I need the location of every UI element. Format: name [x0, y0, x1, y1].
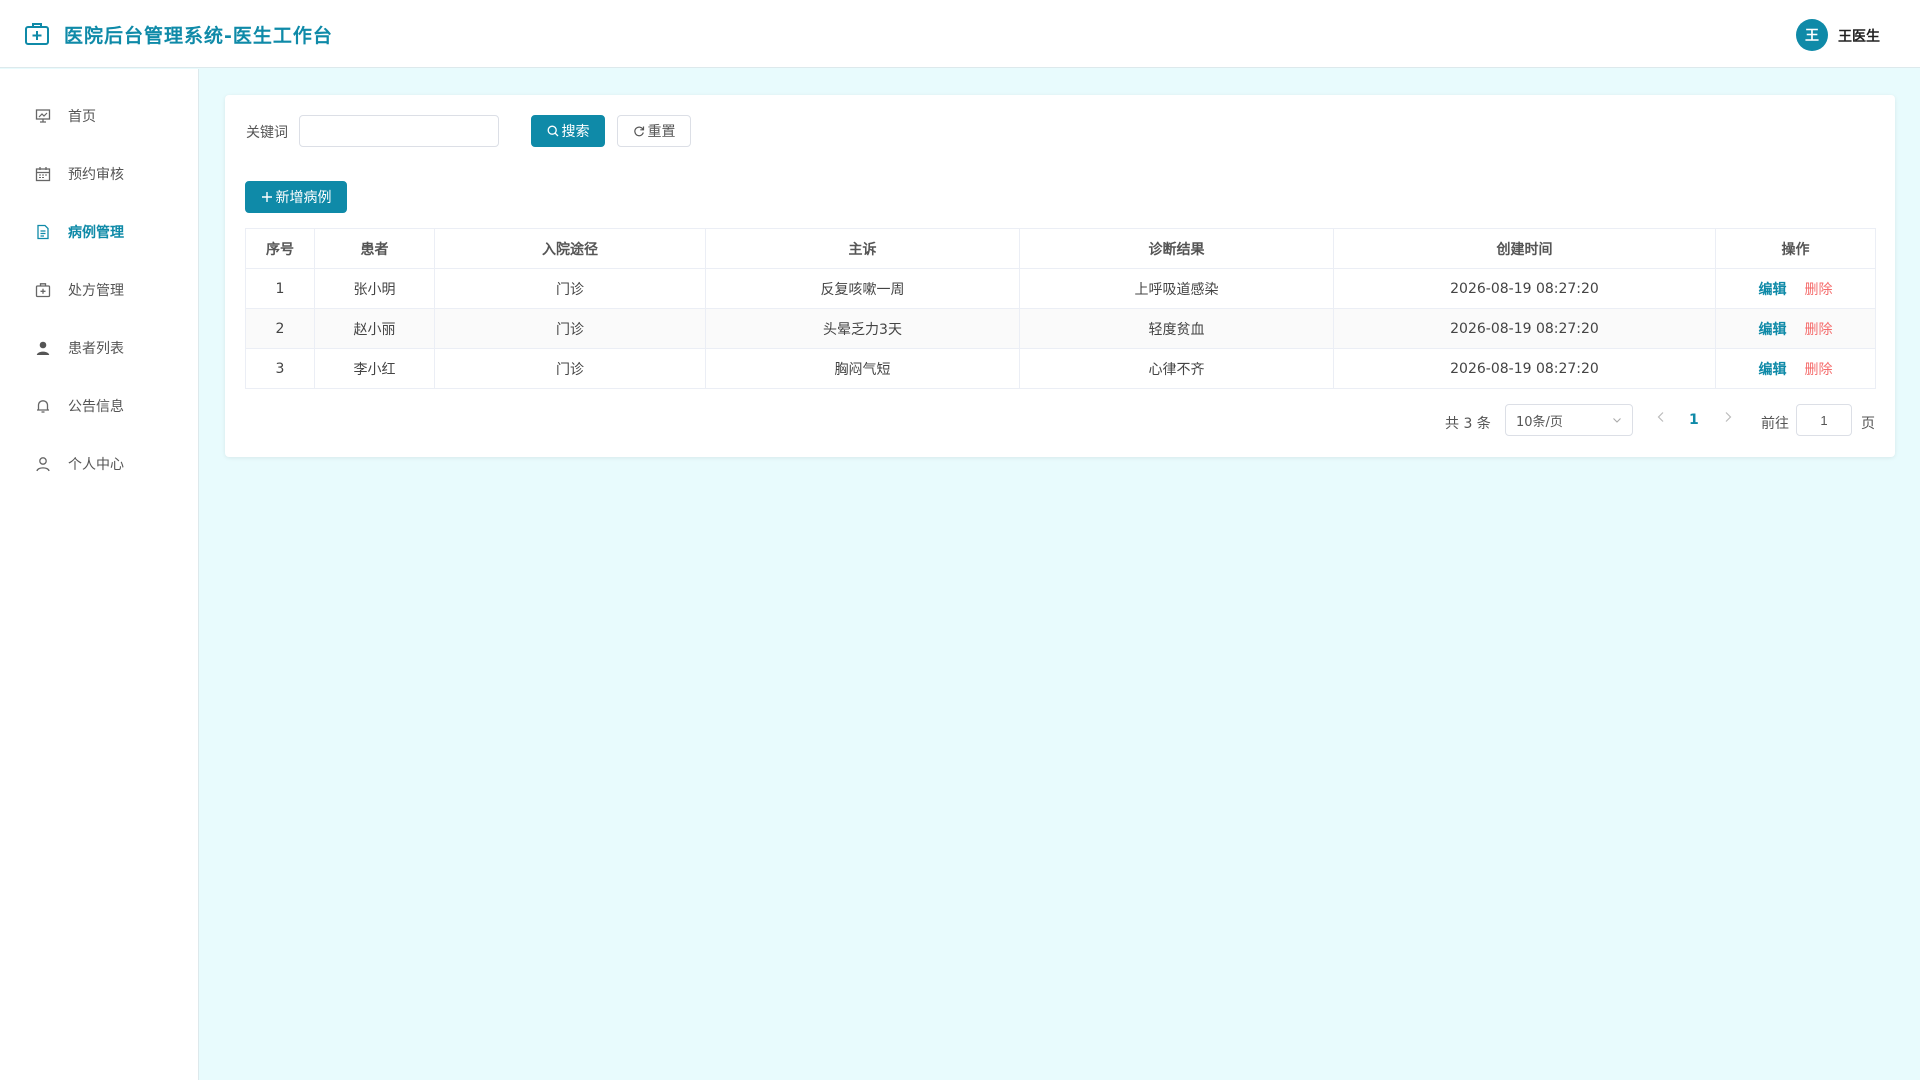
next-page-button[interactable]: [1723, 411, 1733, 427]
keyword-label: 关键词: [246, 125, 288, 141]
keyword-input[interactable]: [299, 115, 499, 147]
delete-button[interactable]: 删除: [1805, 282, 1833, 298]
sidebar-item-cases[interactable]: 病例管理: [0, 210, 199, 254]
sidebar-item-label: 个人中心: [68, 457, 124, 473]
top-header: 医院后台管理系统-医生工作台 王 王医生: [0, 0, 1920, 68]
cell-index: 3: [245, 348, 315, 389]
chevron-right-icon: [1725, 412, 1732, 422]
plus-icon: [261, 192, 272, 202]
column-header: 诊断结果: [1019, 228, 1334, 269]
sidebar-item-label: 预约审核: [68, 167, 124, 183]
search-button-label: 搜索: [561, 124, 590, 140]
edit-button[interactable]: 编辑: [1759, 362, 1787, 378]
cell-actions: 编辑 删除: [1715, 348, 1876, 389]
cell-complaint: 胸闷气短: [705, 348, 1020, 389]
app-title: 医院后台管理系统-医生工作台: [64, 25, 333, 47]
add-case-button-label: 新增病例: [275, 190, 332, 206]
goto-suffix: 页: [1861, 416, 1875, 432]
sidebar-item-label: 首页: [68, 109, 96, 125]
reset-button[interactable]: 重置: [617, 115, 691, 147]
refresh-icon: [633, 126, 644, 137]
presentation-icon: [34, 107, 52, 125]
pagination-total: 共 3 条: [1445, 416, 1491, 432]
sidebar-item-home[interactable]: 首页: [0, 94, 199, 138]
sidebar-item-patients[interactable]: 患者列表: [0, 326, 199, 370]
cell-patient: 张小明: [314, 268, 435, 309]
table-row: 2 赵小丽 门诊 头晕乏力3天 轻度贫血 2026-08-19 08:27:20…: [245, 308, 1876, 349]
case-management-panel: 关键词 搜索 重置 新增病例 序号 患者 入院途径 主诉 诊断结果 创建时间 操…: [225, 95, 1895, 457]
delete-button[interactable]: 删除: [1805, 362, 1833, 378]
goto-label: 前往: [1761, 416, 1789, 432]
calendar-icon: [34, 165, 52, 183]
delete-button[interactable]: 删除: [1805, 322, 1833, 338]
medical-box-icon: [34, 281, 52, 299]
search-button[interactable]: 搜索: [531, 115, 605, 147]
search-icon: [547, 125, 558, 137]
table-header-row: 序号 患者 入院途径 主诉 诊断结果 创建时间 操作: [245, 228, 1876, 269]
medical-kit-icon: [25, 23, 49, 45]
sidebar-item-label: 患者列表: [68, 341, 124, 357]
cell-index: 1: [245, 268, 315, 309]
sidebar-item-announcements[interactable]: 公告信息: [0, 384, 199, 428]
page-size-select[interactable]: 10条/页: [1505, 404, 1633, 436]
goto-page-input[interactable]: [1796, 404, 1852, 436]
sidebar-item-prescriptions[interactable]: 处方管理: [0, 268, 199, 312]
cell-created: 2026-08-19 08:27:20: [1333, 308, 1716, 349]
cell-actions: 编辑 删除: [1715, 268, 1876, 309]
cell-created: 2026-08-19 08:27:20: [1333, 268, 1716, 309]
cell-diagnosis: 轻度贫血: [1019, 308, 1334, 349]
bell-icon: [34, 397, 52, 415]
chevron-left-icon: [1657, 412, 1664, 422]
sidebar: 首页 预约审核 病例管理 处方管理 患者列表 公告信息 个人中心: [0, 69, 199, 1080]
cell-complaint: 反复咳嗽一周: [705, 268, 1020, 309]
user-filled-icon: [34, 339, 52, 357]
sidebar-item-profile[interactable]: 个人中心: [0, 442, 199, 486]
column-header: 操作: [1715, 228, 1876, 269]
cases-table: 序号 患者 入院途径 主诉 诊断结果 创建时间 操作 1 张小明 门诊 反复咳嗽…: [245, 228, 1876, 389]
cell-diagnosis: 心律不齐: [1019, 348, 1334, 389]
cell-index: 2: [245, 308, 315, 349]
cell-diagnosis: 上呼吸道感染: [1019, 268, 1334, 309]
cell-actions: 编辑 删除: [1715, 308, 1876, 349]
reset-button-label: 重置: [647, 124, 676, 140]
sidebar-item-label: 公告信息: [68, 399, 124, 415]
chevron-down-icon: [1613, 418, 1621, 423]
user-name[interactable]: 王医生: [1838, 26, 1880, 46]
user-outline-icon: [34, 455, 52, 473]
sidebar-item-label: 处方管理: [68, 283, 124, 299]
column-header: 主诉: [705, 228, 1020, 269]
sidebar-item-appointments[interactable]: 预约审核: [0, 152, 199, 196]
page-number-current[interactable]: 1: [1689, 412, 1699, 428]
column-header: 入院途径: [434, 228, 706, 269]
add-case-button[interactable]: 新增病例: [245, 181, 347, 213]
column-header: 创建时间: [1333, 228, 1716, 269]
table-row: 3 李小红 门诊 胸闷气短 心律不齐 2026-08-19 08:27:20 编…: [245, 348, 1876, 389]
cell-created: 2026-08-19 08:27:20: [1333, 348, 1716, 389]
document-icon: [34, 223, 52, 241]
cell-patient: 赵小丽: [314, 308, 435, 349]
cell-route: 门诊: [434, 348, 706, 389]
cell-complaint: 头晕乏力3天: [705, 308, 1020, 349]
prev-page-button[interactable]: [1656, 411, 1666, 427]
page-size-value: 10条/页: [1516, 414, 1563, 430]
cell-route: 门诊: [434, 308, 706, 349]
cell-patient: 李小红: [314, 348, 435, 389]
cell-route: 门诊: [434, 268, 706, 309]
avatar[interactable]: 王: [1796, 19, 1828, 51]
table-row: 1 张小明 门诊 反复咳嗽一周 上呼吸道感染 2026-08-19 08:27:…: [245, 268, 1876, 309]
sidebar-item-label: 病例管理: [68, 225, 124, 241]
column-header: 患者: [314, 228, 435, 269]
edit-button[interactable]: 编辑: [1759, 322, 1787, 338]
edit-button[interactable]: 编辑: [1759, 282, 1787, 298]
column-header: 序号: [245, 228, 315, 269]
